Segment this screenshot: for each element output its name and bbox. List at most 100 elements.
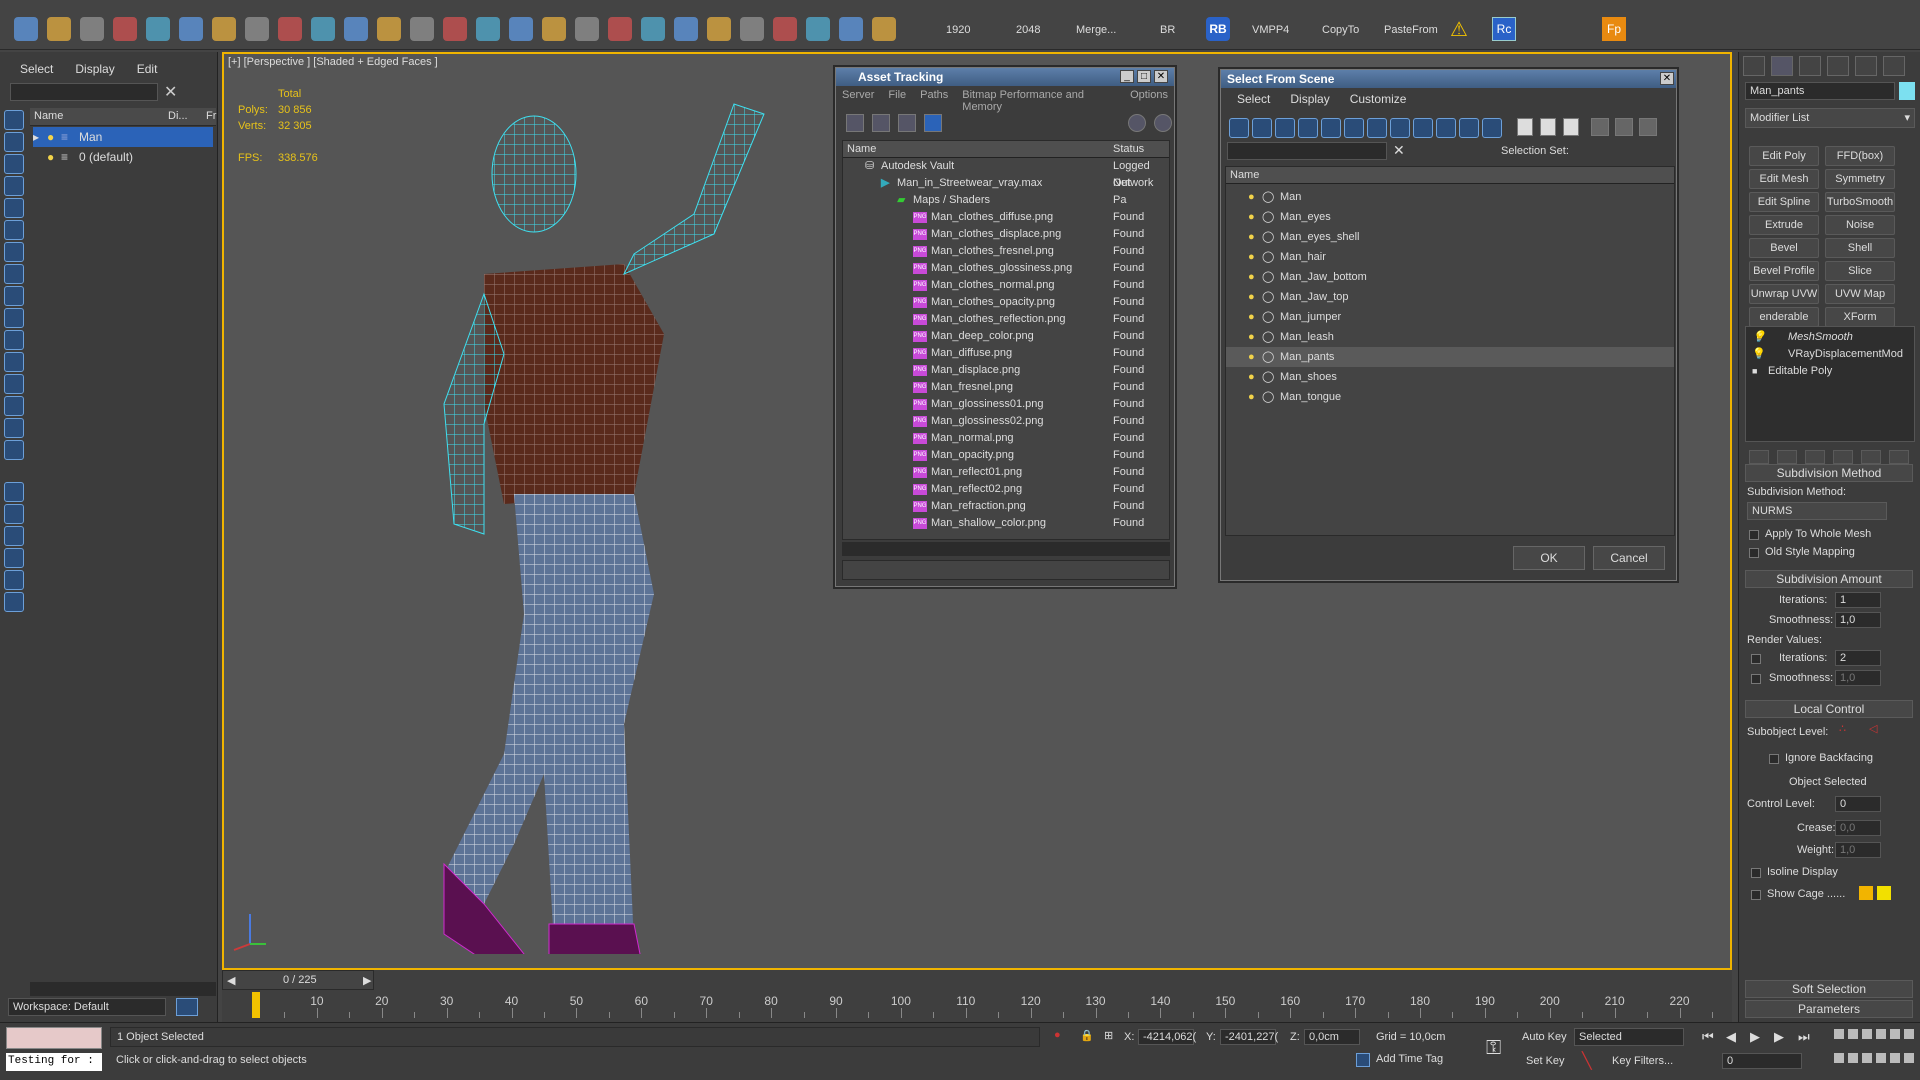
hair-icon[interactable] xyxy=(674,17,698,41)
maximize-button[interactable]: □ xyxy=(1137,70,1151,83)
utilities-tab-icon[interactable] xyxy=(1883,56,1905,76)
close-button[interactable]: ✕ xyxy=(1154,70,1168,83)
menu-file[interactable]: File xyxy=(888,89,906,113)
bulb-icon[interactable]: ● xyxy=(1248,227,1255,247)
menu-display[interactable]: Display xyxy=(75,62,114,76)
display-toggle-icon[interactable] xyxy=(1540,118,1556,136)
scene-filter-tool-icon[interactable] xyxy=(4,286,24,306)
object-type-filter-icon[interactable] xyxy=(1390,118,1410,138)
modifier-noise-button[interactable]: Noise xyxy=(1825,215,1895,235)
scene-object-row[interactable]: ● ◯ Man_leash xyxy=(1226,327,1674,347)
asset-row[interactable]: PNG Man_clothes_displace.png Found xyxy=(843,226,1169,243)
rollout-subdivision-method[interactable]: Subdivision Method xyxy=(1745,464,1913,482)
object-color-swatch[interactable] xyxy=(1899,82,1915,100)
play-icon[interactable]: ▶ xyxy=(1750,1029,1760,1045)
asset-row[interactable]: PNG Man_reflect01.png Found xyxy=(843,464,1169,481)
character-wireframe-model[interactable] xyxy=(334,74,894,954)
cone-icon[interactable] xyxy=(410,17,434,41)
menu-bitmap-performance[interactable]: Bitmap Performance and Memory xyxy=(962,89,1116,113)
rollout-local-control[interactable]: Local Control xyxy=(1745,700,1913,718)
list-view-icon[interactable] xyxy=(872,114,890,132)
modifier-extrude-button[interactable]: Extrude xyxy=(1749,215,1819,235)
asset-list-hscrollbar[interactable] xyxy=(842,542,1170,556)
subdivision-method-dropdown[interactable]: NURMS xyxy=(1747,502,1887,520)
set-key-button[interactable]: Set Key xyxy=(1526,1055,1565,1067)
modifier-list-dropdown[interactable]: Modifier List ▾ xyxy=(1745,108,1915,128)
viewport-label[interactable]: [+] [Perspective ] [Shaded + Edged Faces… xyxy=(228,56,438,68)
scene-object-row[interactable]: ● ◯ Man_pants xyxy=(1226,347,1674,367)
workspace-dropdown[interactable]: Workspace: Default xyxy=(8,998,166,1016)
display-toggle-icon[interactable] xyxy=(1563,118,1579,136)
modify-tab-icon[interactable] xyxy=(1771,56,1793,76)
object-name-field[interactable]: Man_pants xyxy=(1745,82,1895,100)
scene-filter-tool-icon[interactable] xyxy=(4,154,24,174)
edge-subobject-icon[interactable]: ◁ xyxy=(1869,722,1877,735)
menu-options[interactable]: Options xyxy=(1130,89,1168,113)
hierarchy-tab-icon[interactable] xyxy=(1799,56,1821,76)
maxscript-input[interactable]: Testing for : xyxy=(6,1053,102,1071)
warning-icon[interactable]: ⚠ xyxy=(1450,17,1468,42)
menu-server[interactable]: Server xyxy=(842,89,874,113)
bulb-icon[interactable]: ● xyxy=(1248,307,1255,327)
workspace-settings-icon[interactable] xyxy=(176,998,198,1016)
expand-icon[interactable]: ■ xyxy=(1752,363,1757,380)
scene-search-input[interactable] xyxy=(10,83,158,101)
box-icon[interactable] xyxy=(278,17,302,41)
stack-tool-icon[interactable] xyxy=(1861,450,1881,464)
column-display[interactable]: Di... xyxy=(168,110,188,122)
viewport-nav-icon[interactable] xyxy=(1848,1029,1858,1039)
scene-object-row[interactable]: ● ◯ Man_Jaw_top xyxy=(1226,287,1674,307)
vault-help-icon[interactable] xyxy=(1154,114,1172,132)
copyto-button[interactable]: CopyTo xyxy=(1322,24,1359,36)
cage-color-1-swatch[interactable] xyxy=(1859,886,1873,900)
save-icon[interactable] xyxy=(47,17,71,41)
bulb-icon[interactable]: 💡 xyxy=(1752,329,1766,346)
crease-spinner[interactable]: 0,0 xyxy=(1835,820,1881,836)
asset-list[interactable]: Name Status ⛁ Autodesk Vault Logged Out … xyxy=(842,140,1170,540)
current-frame-field[interactable]: 0 xyxy=(1722,1053,1802,1069)
scene-filter-tool-icon[interactable] xyxy=(4,220,24,240)
scene-filter-tool-icon[interactable] xyxy=(4,548,24,568)
asset-row[interactable]: PNG Man_shallow_color.png Found xyxy=(843,515,1169,532)
vfb-icon[interactable] xyxy=(707,17,731,41)
asset-row[interactable]: PNG Man_fresnel.png Found xyxy=(843,379,1169,396)
time-slider[interactable]: ◀ 0 / 225 ▶ xyxy=(222,970,374,990)
modifier-bevel-button[interactable]: Bevel xyxy=(1749,238,1819,258)
goto-end-icon[interactable]: ⏭ xyxy=(1798,1029,1810,1045)
modifier-shell-button[interactable]: Shell xyxy=(1825,238,1895,258)
column-name[interactable]: Name xyxy=(34,110,63,122)
scene-filter-tool-icon[interactable] xyxy=(4,440,24,460)
asset-row-vault[interactable]: ⛁ Autodesk Vault Logged Out xyxy=(843,158,1169,189)
scene-filter-tool-icon[interactable] xyxy=(4,570,24,590)
merge-button[interactable]: Merge... xyxy=(1076,24,1116,36)
modifier-slice-button[interactable]: Slice xyxy=(1825,261,1895,281)
scene-explorer-icon[interactable] xyxy=(113,17,137,41)
viewport-nav-icon[interactable] xyxy=(1876,1029,1886,1039)
render-frame-icon[interactable] xyxy=(773,17,797,41)
rollout-soft-selection[interactable]: Soft Selection xyxy=(1745,980,1913,998)
vmpp4-button[interactable]: VMPP4 xyxy=(1252,24,1289,36)
weight-spinner[interactable]: 1,0 xyxy=(1835,842,1881,858)
scene-filter-tool-icon[interactable] xyxy=(4,176,24,196)
viewport-nav-icon[interactable] xyxy=(1890,1053,1900,1063)
vray-icon[interactable] xyxy=(641,17,665,41)
viewport-nav-icon[interactable] xyxy=(1904,1053,1914,1063)
z-coordinate-field[interactable]: 0,0cm xyxy=(1304,1029,1360,1045)
viewport-nav-icon[interactable] xyxy=(1890,1029,1900,1039)
isoline-display-checkbox[interactable] xyxy=(1751,868,1761,878)
isolate-icon[interactable]: ● xyxy=(1054,1029,1061,1041)
br-button[interactable]: BR xyxy=(1160,24,1175,36)
column-status[interactable]: Status xyxy=(1113,141,1144,158)
scene-explorer-scrollbar[interactable] xyxy=(30,982,216,996)
menu-display[interactable]: Display xyxy=(1290,92,1329,106)
stack-tool-icon[interactable] xyxy=(1833,450,1853,464)
modifier-ffd-box--button[interactable]: FFD(box) xyxy=(1825,146,1895,166)
asset-row[interactable]: PNG Man_diffuse.png Found xyxy=(843,345,1169,362)
asset-row[interactable]: PNG Man_deep_color.png Found xyxy=(843,328,1169,345)
rc-button[interactable]: Rc xyxy=(1492,17,1516,41)
ignore-backfacing-checkbox[interactable] xyxy=(1769,754,1779,764)
help-icon[interactable] xyxy=(872,17,896,41)
apply-whole-mesh-checkbox[interactable] xyxy=(1749,530,1759,540)
camera-icon[interactable] xyxy=(476,17,500,41)
layer-manager-icon[interactable] xyxy=(80,17,104,41)
